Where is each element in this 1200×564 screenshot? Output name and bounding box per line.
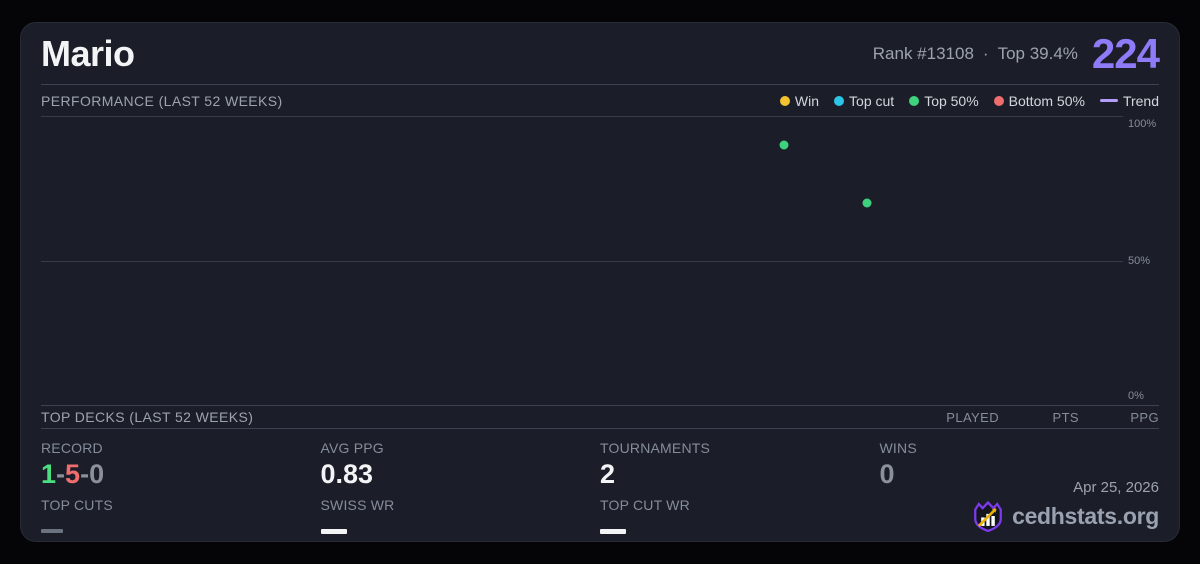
chart-point [862, 198, 872, 208]
swiss-wr-label: SWISS WR [320, 497, 395, 513]
legend-label: Trend [1122, 92, 1159, 109]
legend-item-top-cut: Top cut [834, 93, 894, 109]
swiss-wr-value [320, 529, 347, 534]
legend-dot-icon [779, 95, 790, 106]
performance-header-row: PERFORMANCE (LAST 52 WEEKS) Win Top cut To… [41, 85, 1159, 116]
legend-dot-icon [834, 95, 845, 106]
wins-label: WINS [879, 440, 917, 456]
tournaments-value: 2 [600, 459, 616, 489]
rank-line: Rank #13108 · Top 39.4% [873, 44, 1078, 64]
chart-legend: Win Top cut Top 50% Bottom 50% Trend [779, 92, 1159, 109]
performance-title: PERFORMANCE (LAST 52 WEEKS) [41, 92, 283, 109]
top-decks-header-row: TOP DECKS (LAST 52 WEEKS) PLAYED PTS PPG [41, 406, 1159, 429]
stat-tournaments: TOURNAMENTS 2 TOP CUT WR [600, 440, 880, 534]
top-cuts-value [41, 529, 63, 533]
record-losses: 5 [65, 459, 81, 489]
legend-item-win: Win [779, 92, 820, 109]
legend-label: Win [794, 92, 820, 109]
avg-ppg-value: 0.83 [320, 459, 374, 489]
y-tick-50: 50% [1128, 254, 1151, 267]
card-footer: Apr 25, 2026 cedhstats.org [971, 479, 1159, 533]
chart-plot-area [41, 116, 1123, 405]
column-played: PLAYED [946, 409, 999, 425]
top-percent-text: Top 39.4% [997, 43, 1078, 63]
rank-separator: · [982, 43, 989, 63]
player-name: Mario [41, 32, 135, 74]
record-separator: - [56, 459, 66, 489]
column-ppg: PPG [1130, 409, 1159, 425]
record-draws: 0 [89, 459, 105, 489]
card-header: Mario Rank #13108 · Top 39.4% 224 [41, 23, 1160, 85]
site-name: cedhstats.org [1012, 502, 1159, 529]
trend-line-swatch-icon [1099, 99, 1118, 102]
record-separator: - [80, 459, 90, 489]
performance-chart: 100% 50% 0% [41, 116, 1159, 406]
shield-chart-logo-icon [971, 499, 1005, 533]
legend-item-trend: Trend [1099, 92, 1159, 109]
top-cuts-label: TOP CUTS [41, 497, 113, 513]
legend-item-top-50-: Top 50% [909, 92, 979, 109]
legend-dot-icon [909, 95, 920, 106]
record-wins: 1 [41, 459, 57, 489]
date-text: Apr 25, 2026 [1073, 479, 1159, 496]
y-tick-0: 0% [1128, 390, 1144, 402]
chart-point [779, 140, 789, 150]
legend-label: Bottom 50% [1008, 92, 1085, 109]
rank-text: Rank #13108 [872, 43, 974, 63]
player-points: 224 [1091, 29, 1160, 77]
legend-label: Top 50% [924, 92, 979, 109]
record-value: 1-5-0 [41, 459, 321, 490]
legend-item-bottom-50-: Bottom 50% [993, 92, 1085, 109]
stat-avg-ppg: AVG PPG 0.83 SWISS WR [320, 440, 601, 534]
y-tick-100: 100% [1128, 118, 1157, 130]
top-cut-wr-label: TOP CUT WR [600, 497, 690, 513]
stat-record: RECORD 1-5-0 TOP CUTS [41, 440, 321, 534]
tournaments-label: TOURNAMENTS [600, 440, 711, 456]
top-decks-title: TOP DECKS (LAST 52 WEEKS) [41, 409, 254, 425]
brand: cedhstats.org [971, 499, 1159, 533]
legend-label: Top cut [849, 92, 895, 109]
top-cut-wr-value [600, 529, 626, 534]
header-right: Rank #13108 · Top 39.4% 224 [873, 29, 1160, 77]
deck-columns: PLAYED PTS PPG [919, 410, 1159, 425]
column-pts: PTS [1052, 409, 1079, 425]
legend-dot-icon [993, 95, 1004, 106]
player-stats-card: Mario Rank #13108 · Top 39.4% 224 PERFOR… [20, 22, 1180, 542]
record-label: RECORD [41, 440, 103, 456]
avg-ppg-label: AVG PPG [320, 440, 384, 456]
